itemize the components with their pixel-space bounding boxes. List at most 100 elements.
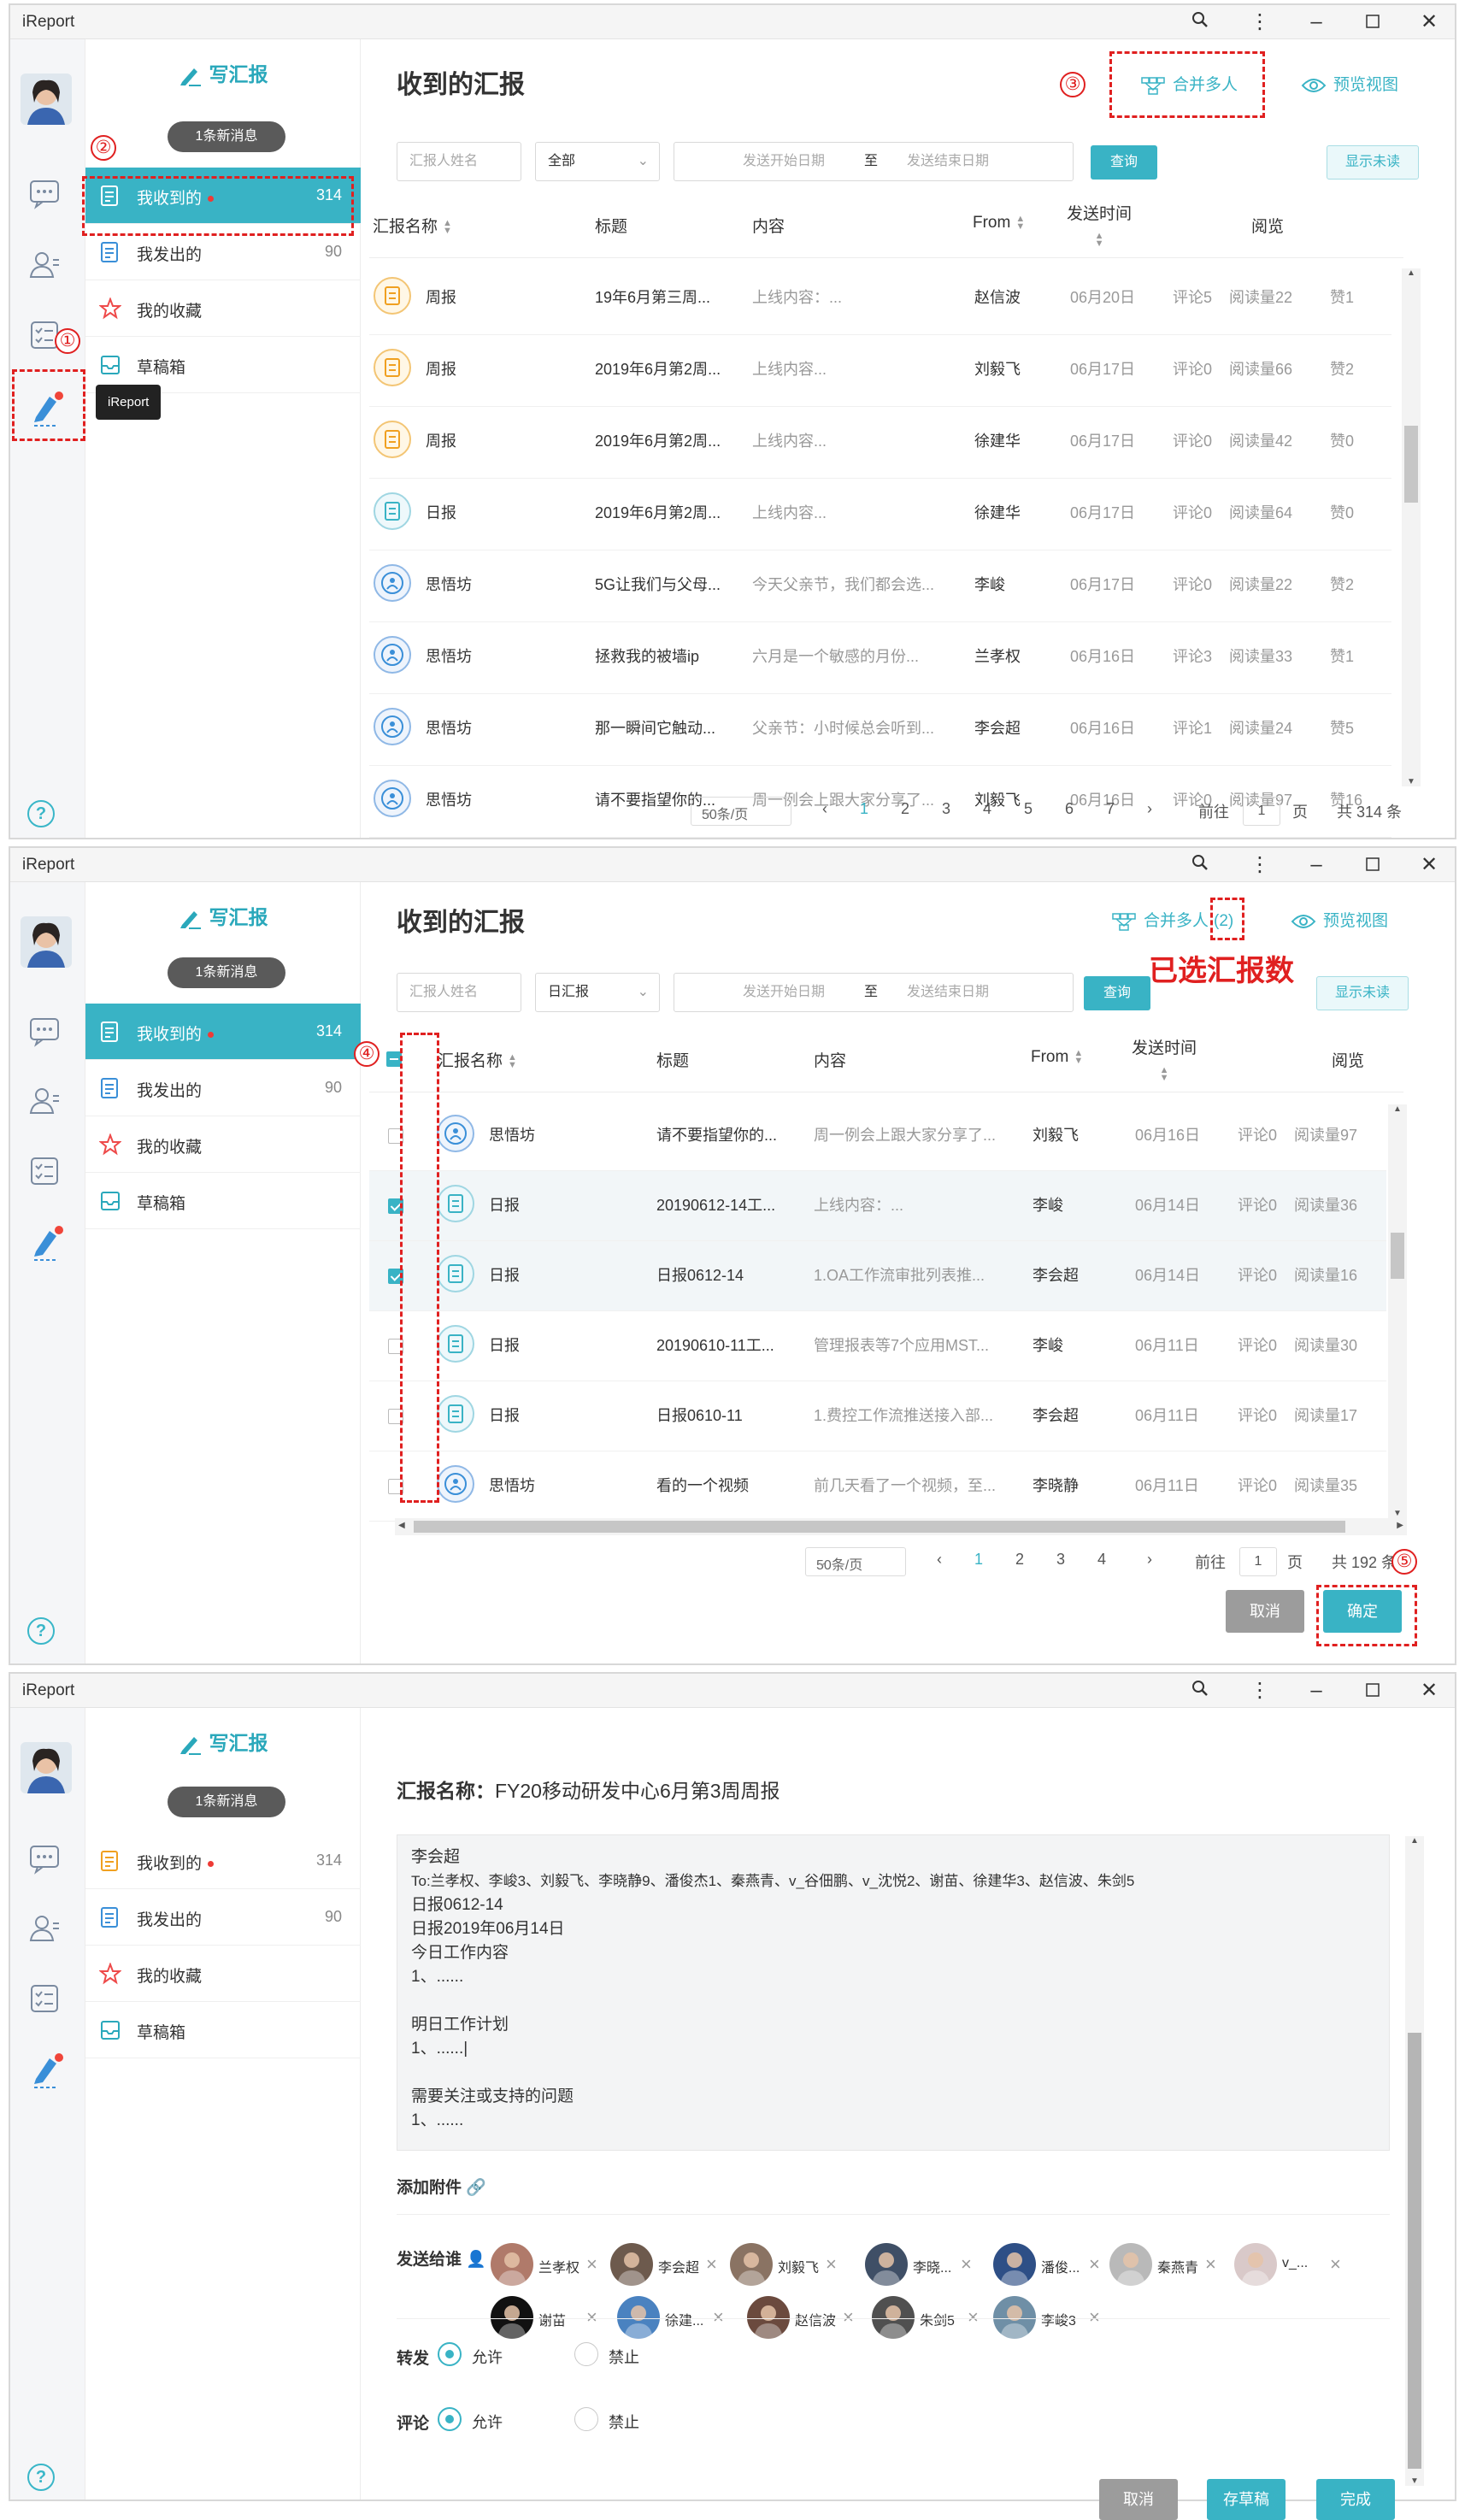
more-icon[interactable]: ⋮ xyxy=(1243,1677,1277,1705)
table-row[interactable]: 周报 2019年6月第2周... 上线内容... 刘毅飞 06月17日 评论0 阅读量66 赞… xyxy=(369,335,1391,407)
help-icon[interactable]: ? xyxy=(27,800,55,827)
sidebar-item-received[interactable]: 我收到的 314 xyxy=(85,1004,361,1060)
table-row[interactable]: 日报 日报0612-14 1.OA工作流审批列表推... 李会超 06月14日 评论0 阅读… xyxy=(369,1241,1386,1311)
page-number[interactable]: 6 xyxy=(1065,800,1074,818)
date-range-input[interactable]: 发送开始日期 至 发送结束日期 xyxy=(674,142,1074,181)
preview-button[interactable]: 预览视图 xyxy=(1291,908,1388,931)
page-number[interactable]: 3 xyxy=(942,800,950,818)
table-row[interactable]: 日报 2019年6月第2周... 上线内容... 徐建华 06月17日 评论0 阅读量64 赞… xyxy=(369,479,1391,551)
user-avatar[interactable] xyxy=(21,74,72,125)
scroll-thumb[interactable] xyxy=(1391,1233,1404,1279)
contacts-icon[interactable] xyxy=(27,1911,67,1951)
query-button[interactable]: 查询 xyxy=(1084,976,1150,1010)
table-row[interactable]: 思悟坊 看的一个视频 前几天看了一个视频，至... 李晓静 06月11日 评论0 阅读量35 xyxy=(369,1451,1386,1522)
page-number[interactable]: 2 xyxy=(901,800,909,818)
user-avatar[interactable] xyxy=(21,916,72,968)
maximize-icon[interactable] xyxy=(1356,9,1390,36)
pen-icon[interactable] xyxy=(27,1224,67,1263)
more-icon[interactable]: ⋮ xyxy=(1243,851,1277,879)
table-row[interactable]: 周报 2019年6月第2周... 上线内容... 徐建华 06月17日 评论0 阅读量42 赞… xyxy=(369,407,1391,479)
remove-recipient-icon[interactable]: × xyxy=(961,2253,972,2276)
goto-page-input[interactable]: 1 xyxy=(1243,797,1280,826)
maximize-icon[interactable] xyxy=(1356,851,1390,879)
horizontal-scrollbar[interactable]: ◀ ▶ xyxy=(395,1518,1407,1535)
pen-icon[interactable] xyxy=(27,2052,67,2091)
report-type-select[interactable]: 全部 ⌄ xyxy=(535,142,660,181)
col-time[interactable]: 发送时间 ▲ ▼ xyxy=(1132,1036,1197,1087)
table-row[interactable]: 思悟坊 请不要指望你的... 周一例会上跟大家分享了... 刘毅飞 06月16日 评论0 阅… xyxy=(369,1101,1386,1171)
page-number[interactable]: 2 xyxy=(1015,1551,1024,1569)
table-row[interactable]: 日报 20190610-11工... 管理报表等7个应用MST... 李峻 06月11日… xyxy=(369,1311,1386,1381)
forward-deny-radio[interactable] xyxy=(574,2342,598,2366)
zoom-icon[interactable] xyxy=(1183,851,1217,879)
sidebar-item-drafts[interactable]: 草稿箱 xyxy=(85,2002,361,2058)
report-body-textarea[interactable]: 李会超 To:兰孝权、李峻3、刘毅飞、李晓静9、潘俊杰1、秦燕青、v_谷佃鹏、v_… xyxy=(397,1834,1390,2151)
write-report-button[interactable]: 写汇报 xyxy=(85,58,361,87)
add-attachment-link[interactable]: 添加附件 🔗 xyxy=(397,2175,486,2198)
task-list-icon[interactable] xyxy=(27,1154,67,1193)
minimize-icon[interactable]: – xyxy=(1299,1677,1333,1705)
help-icon[interactable]: ? xyxy=(27,1617,55,1645)
next-page-icon[interactable]: › xyxy=(1147,1551,1152,1569)
finish-button[interactable]: 完成 xyxy=(1316,2479,1395,2520)
zoom-icon[interactable] xyxy=(1183,9,1217,36)
remove-recipient-icon[interactable]: × xyxy=(1089,2306,1100,2329)
col-time[interactable]: 发送时间 ▲ ▼ xyxy=(1067,202,1132,253)
close-icon[interactable]: ✕ xyxy=(1412,9,1446,36)
show-unread-button[interactable]: 显示未读 xyxy=(1316,976,1409,1010)
page-number[interactable]: 3 xyxy=(1056,1551,1065,1569)
table-row[interactable]: 思悟坊 5G让我们与父母... 今天父亲节，我们都会选... 李峻 06月17日 评论0 阅… xyxy=(369,551,1391,622)
task-list-icon[interactable] xyxy=(27,1981,67,2021)
remove-recipient-icon[interactable]: × xyxy=(843,2306,854,2329)
prev-page-icon[interactable]: ‹ xyxy=(937,1551,942,1569)
scroll-left-icon[interactable]: ◀ xyxy=(398,1521,405,1530)
scroll-up-icon[interactable]: ▲ xyxy=(1407,268,1415,278)
show-unread-button[interactable]: 显示未读 xyxy=(1327,145,1419,180)
scroll-down-icon[interactable]: ▼ xyxy=(1407,777,1415,786)
scroll-thumb[interactable] xyxy=(1408,2033,1421,2469)
recipient-chip[interactable]: 秦燕青 × xyxy=(1109,2243,1226,2287)
page-size-select[interactable]: 50条/页 ⌄ xyxy=(805,1547,906,1576)
table-row[interactable]: 思悟坊 那一瞬间它触动... 父亲节：小时候总会听到... 李会超 06月16日 评论1 阅… xyxy=(369,694,1391,766)
table-row[interactable]: 日报 20190612-14工... 上线内容：... 李峻 06月14日 评论0 阅读量3… xyxy=(369,1171,1386,1241)
table-scrollbar[interactable]: ▲ ▼ xyxy=(1402,268,1421,786)
remove-recipient-icon[interactable]: × xyxy=(968,2306,979,2329)
compose-scrollbar[interactable]: ▲ ▼ xyxy=(1405,1836,1424,2486)
new-message-pill[interactable]: 1条新消息 xyxy=(168,121,285,152)
chat-bubble-icon[interactable] xyxy=(27,176,67,215)
col-name[interactable]: 汇报名称 ▲ ▼ xyxy=(373,214,452,237)
col-from[interactable]: From ▲ ▼ xyxy=(973,214,1025,233)
remove-recipient-icon[interactable]: × xyxy=(706,2253,717,2276)
comment-deny-radio[interactable] xyxy=(574,2407,598,2431)
scroll-up-icon[interactable]: ▲ xyxy=(1393,1104,1402,1114)
table-row[interactable]: 周报 19年6月第三周... 上线内容：... 赵信波 06月20日 评论5 阅读量22 赞1 xyxy=(369,263,1391,335)
date-range-input[interactable]: 发送开始日期 至 发送结束日期 xyxy=(674,973,1074,1012)
page-number[interactable]: 1 xyxy=(860,800,868,818)
preview-button[interactable]: 预览视图 xyxy=(1301,72,1398,95)
remove-recipient-icon[interactable]: × xyxy=(826,2253,837,2276)
cancel-button[interactable]: 取消 xyxy=(1099,2479,1178,2520)
page-number[interactable]: 1 xyxy=(974,1551,983,1569)
remove-recipient-icon[interactable]: × xyxy=(586,2306,597,2329)
add-person-icon[interactable]: 👤 xyxy=(466,2251,486,2269)
minimize-icon[interactable]: – xyxy=(1299,9,1333,36)
scroll-down-icon[interactable]: ▼ xyxy=(1393,1509,1402,1518)
new-message-pill[interactable]: 1条新消息 xyxy=(168,957,285,988)
remove-recipient-icon[interactable]: × xyxy=(1205,2253,1216,2276)
sidebar-item-sent[interactable]: 我发出的 90 xyxy=(85,1889,361,1946)
table-row[interactable]: 思悟坊 拯救我的被墙ip 六月是一个敏感的月份... 兰孝权 06月16日 评论3 阅读量3… xyxy=(369,622,1391,694)
hscroll-thumb[interactable] xyxy=(414,1521,1345,1533)
table-scrollbar[interactable]: ▲ ▼ xyxy=(1388,1104,1407,1518)
page-number[interactable]: 4 xyxy=(1097,1551,1106,1569)
sidebar-item-drafts[interactable]: 草稿箱 xyxy=(85,1173,361,1229)
contacts-icon[interactable] xyxy=(27,1084,67,1123)
table-row[interactable]: 日报 日报0610-11 1.费控工作流推送接入部... 李会超 06月11日 评论0 阅读… xyxy=(369,1381,1386,1451)
write-report-button[interactable]: 写汇报 xyxy=(85,1727,361,1756)
page-size-select[interactable]: 50条/页 ⌄ xyxy=(691,797,791,826)
remove-recipient-icon[interactable]: × xyxy=(1089,2253,1100,2276)
zoom-icon[interactable] xyxy=(1183,1677,1217,1705)
sidebar-item-sent[interactable]: 我发出的 90 xyxy=(85,1060,361,1116)
scroll-down-icon[interactable]: ▼ xyxy=(1410,2476,1419,2486)
col-from[interactable]: From ▲ ▼ xyxy=(1031,1048,1083,1067)
close-icon[interactable]: ✕ xyxy=(1412,851,1446,879)
